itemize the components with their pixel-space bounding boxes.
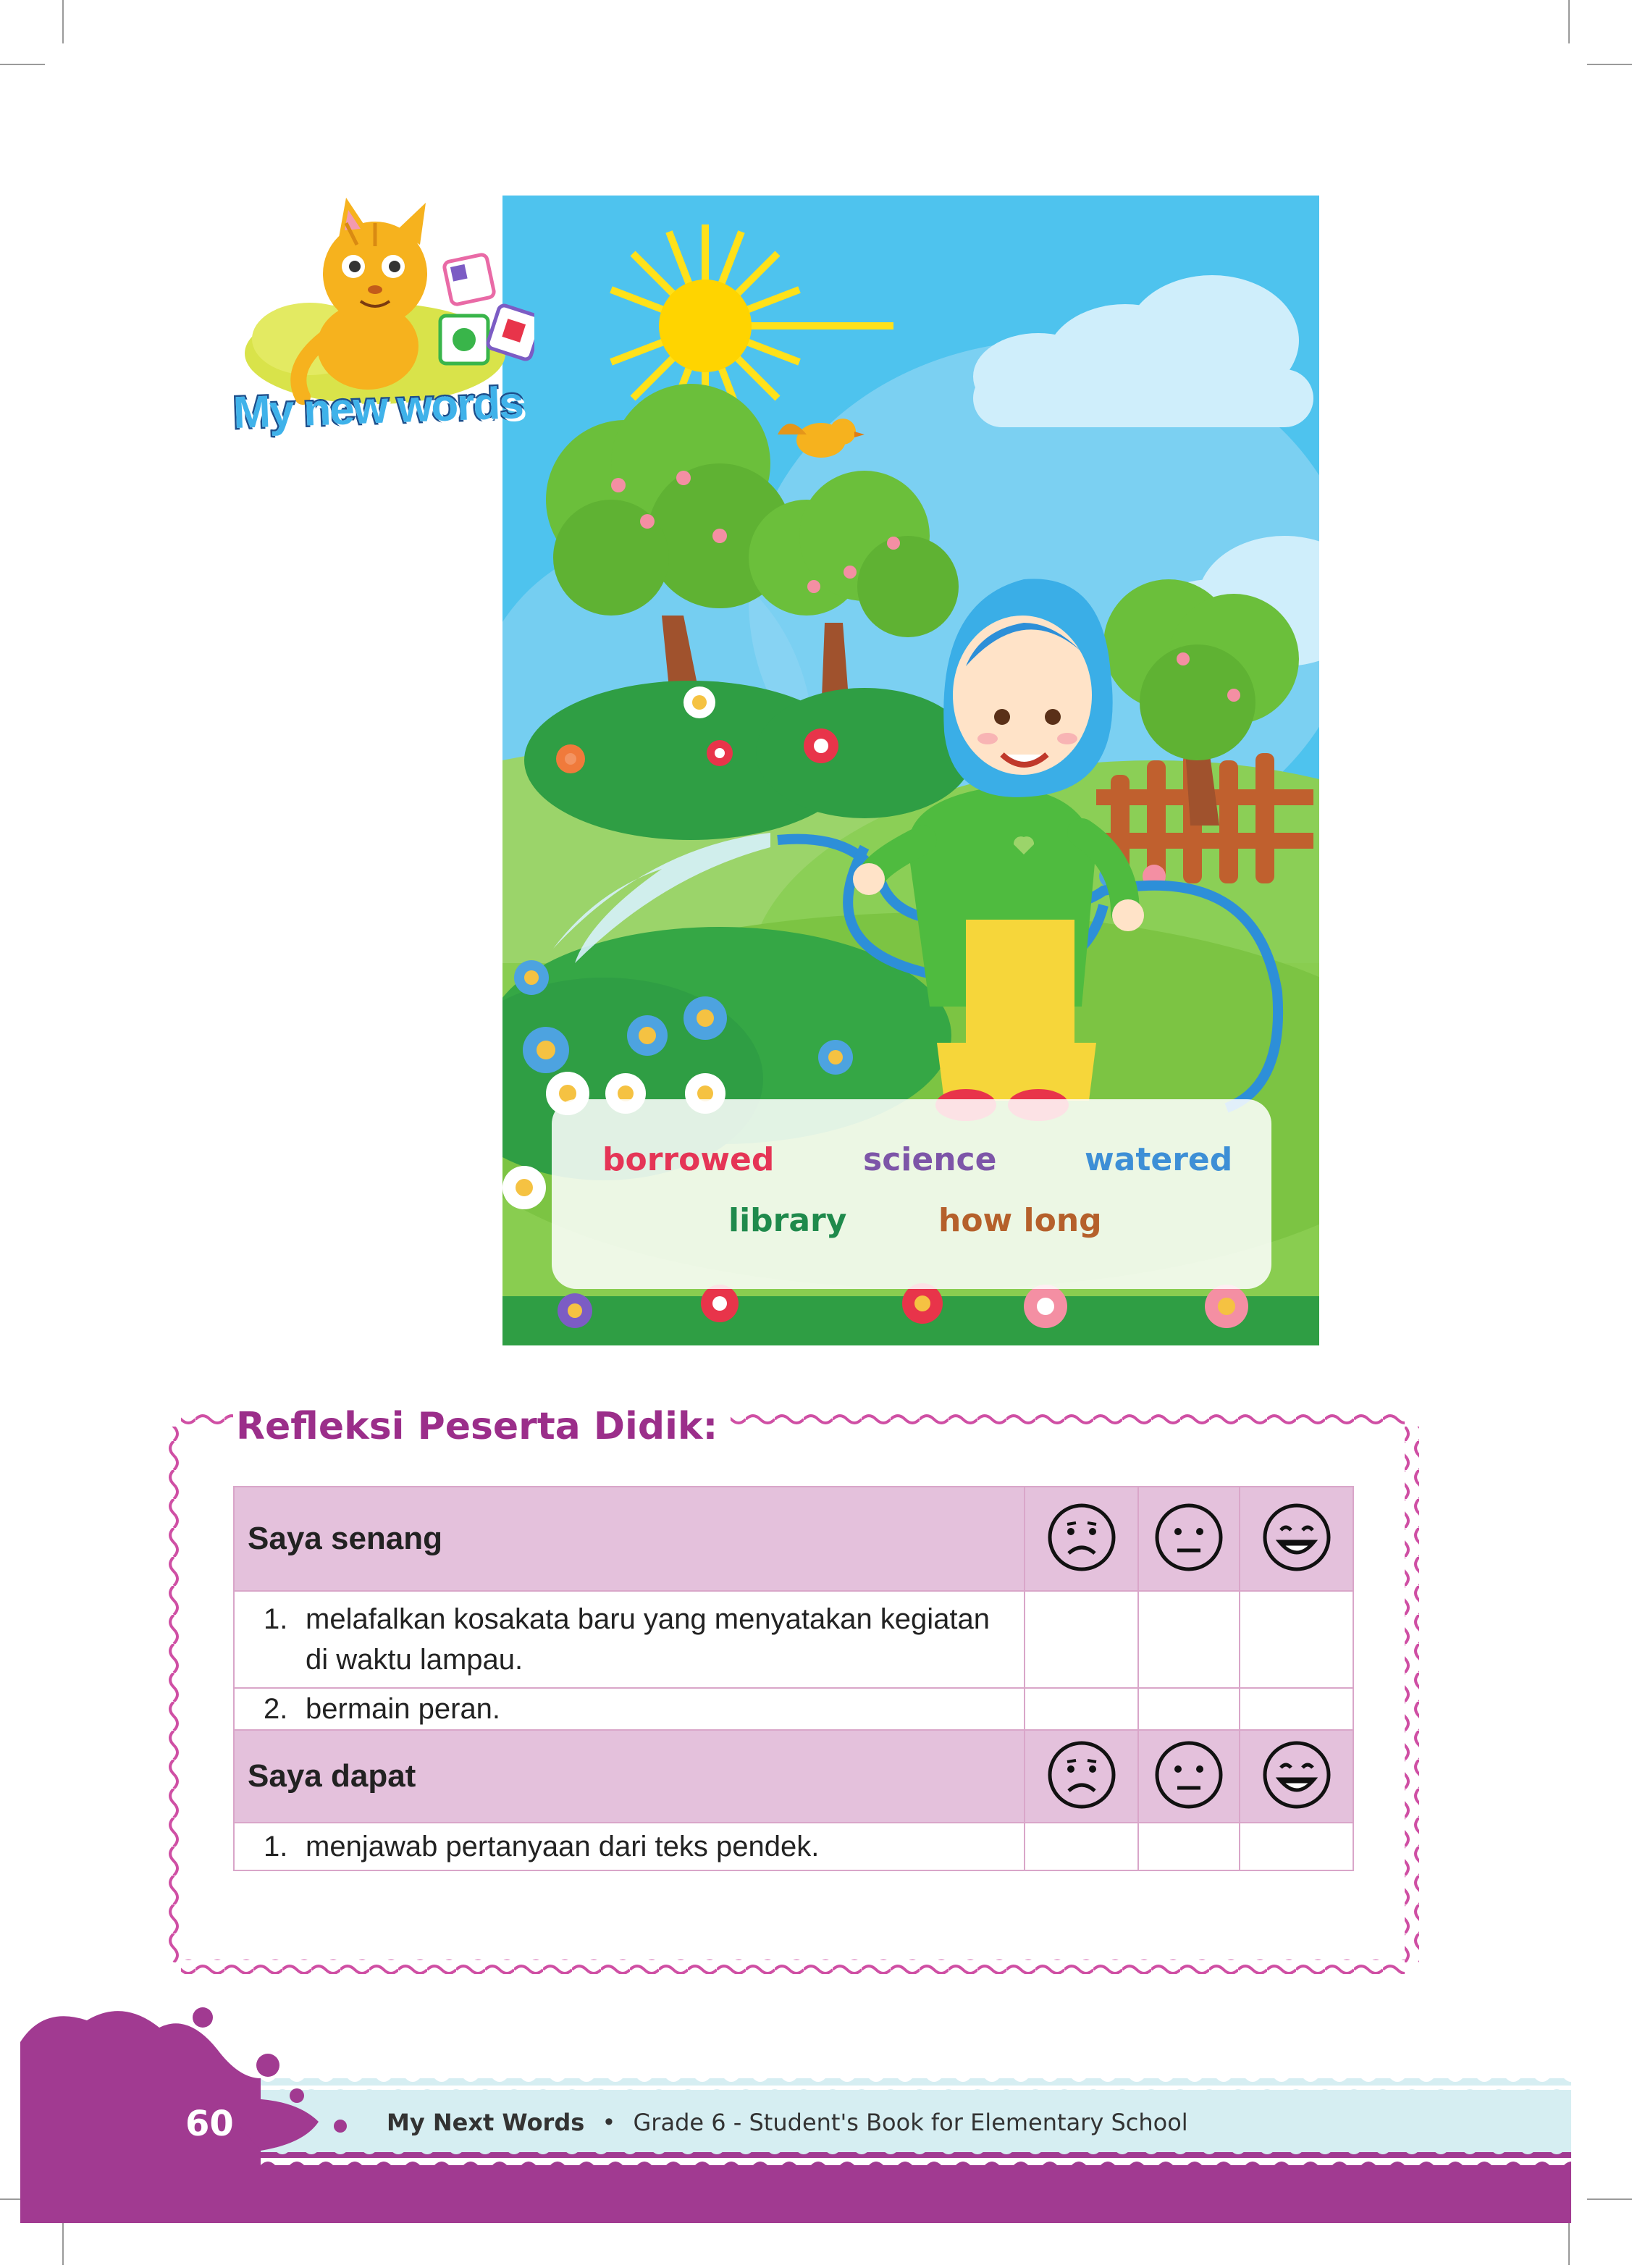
book-subtitle: Grade 6 - Student's Book for Elementary … bbox=[633, 2109, 1188, 2136]
face-cell bbox=[1024, 1486, 1140, 1592]
checkbox-cell[interactable] bbox=[1137, 1687, 1241, 1731]
vocab-word: library bbox=[728, 1202, 847, 1239]
item-text: melafalkan kosakata baru yang menyatakan… bbox=[306, 1603, 990, 1676]
table-section-header: Saya senang bbox=[232, 1486, 1354, 1592]
neutral-face-icon bbox=[1155, 1503, 1223, 1571]
face-cell bbox=[1137, 1486, 1241, 1592]
happy-face-icon bbox=[1263, 1741, 1331, 1808]
vocab-word: watered bbox=[1085, 1141, 1233, 1178]
face-cell bbox=[1239, 1729, 1354, 1823]
face-cell bbox=[1239, 1486, 1354, 1592]
checkbox-cell[interactable] bbox=[1024, 1590, 1140, 1689]
section-heading: Saya dapat bbox=[232, 1729, 1026, 1823]
table-section-header: Saya dapat bbox=[232, 1729, 1354, 1823]
checkbox-cell[interactable] bbox=[1137, 1822, 1241, 1871]
face-cell bbox=[1137, 1729, 1241, 1823]
reflection-item: 2. bermain peran. bbox=[232, 1687, 1026, 1731]
face-cell bbox=[1024, 1729, 1140, 1823]
checkbox-cell[interactable] bbox=[1024, 1687, 1140, 1731]
reflection-table: Saya senang 1. melafalkan kosakata baru … bbox=[232, 1486, 1354, 1871]
crop-mark bbox=[1587, 64, 1632, 65]
crop-mark bbox=[62, 0, 64, 43]
item-number: 1. bbox=[264, 1831, 288, 1862]
vocab-word: science bbox=[863, 1141, 997, 1178]
item-text: menjawab pertanyaan dari teks pendek. bbox=[306, 1831, 820, 1862]
vocabulary-word-box: borrowed science watered library how lon… bbox=[552, 1099, 1271, 1289]
vocab-word: how long bbox=[938, 1202, 1102, 1239]
book-title: My Next Words bbox=[387, 2109, 585, 2136]
toy-block-icon bbox=[438, 253, 544, 366]
neutral-face-icon bbox=[1155, 1741, 1223, 1808]
vocab-word: borrowed bbox=[602, 1141, 775, 1178]
table-row: 1. menjawab pertanyaan dari teks pendek. bbox=[232, 1822, 1354, 1871]
item-number: 1. bbox=[264, 1603, 288, 1635]
section-heading: Saya senang bbox=[232, 1486, 1026, 1592]
table-row: 1. melafalkan kosakata baru yang menyatak… bbox=[232, 1590, 1354, 1689]
reflection-item: 1. menjawab pertanyaan dari teks pendek. bbox=[232, 1822, 1026, 1871]
checkbox-cell[interactable] bbox=[1239, 1590, 1354, 1689]
separator-dot: • bbox=[602, 2109, 616, 2136]
checkbox-cell[interactable] bbox=[1239, 1822, 1354, 1871]
page-number: 60 bbox=[185, 2104, 234, 2144]
sad-face-icon bbox=[1048, 1741, 1116, 1808]
checkbox-cell[interactable] bbox=[1024, 1822, 1140, 1871]
happy-face-icon bbox=[1263, 1503, 1331, 1571]
badge-title: My new words bbox=[230, 377, 525, 440]
item-number: 2. bbox=[264, 1693, 288, 1725]
crop-mark bbox=[1568, 0, 1570, 43]
reflection-item: 1. melafalkan kosakata baru yang menyatak… bbox=[232, 1590, 1026, 1689]
footer-caption: My Next Words • Grade 6 - Student's Book… bbox=[387, 2109, 1188, 2136]
item-text: bermain peran. bbox=[306, 1693, 501, 1725]
checkbox-cell[interactable] bbox=[1137, 1590, 1241, 1689]
reflection-title: Refleksi Peserta Didik: bbox=[233, 1405, 731, 1448]
table-row: 2. bermain peran. bbox=[232, 1687, 1354, 1731]
sad-face-icon bbox=[1048, 1503, 1116, 1571]
crop-mark bbox=[0, 64, 45, 65]
checkbox-cell[interactable] bbox=[1239, 1687, 1354, 1731]
